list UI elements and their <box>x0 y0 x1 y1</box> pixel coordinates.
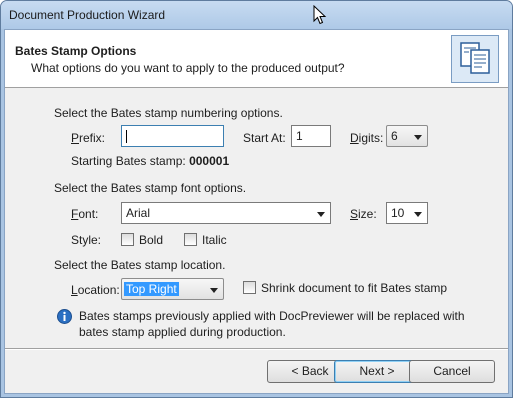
next-button[interactable]: Next > <box>334 360 420 383</box>
digits-label: Digits: <box>350 131 384 145</box>
info-icon <box>57 309 72 324</box>
location-label: Location: <box>71 283 120 297</box>
chevron-down-icon <box>210 288 218 293</box>
start-at-input[interactable]: 1 <box>291 125 331 147</box>
starting-stamp-label: Starting Bates stamp: 000001 <box>71 154 230 168</box>
text-caret <box>126 130 127 143</box>
chevron-down-icon <box>414 135 422 140</box>
italic-checkbox-box[interactable] <box>184 233 197 246</box>
chevron-down-icon <box>317 212 325 217</box>
size-label: Size: <box>350 207 377 221</box>
italic-checkbox[interactable]: Italic <box>184 233 244 249</box>
prefix-input[interactable] <box>121 125 224 147</box>
bold-checkbox-box[interactable] <box>121 233 134 246</box>
style-label: Style: <box>71 233 102 247</box>
wizard-header: Bates Stamp Options What options do you … <box>5 30 508 88</box>
wizard-window: Document Production Wizard Bates Stamp O… <box>0 0 513 398</box>
title-bar[interactable]: Document Production Wizard <box>1 1 512 29</box>
prefix-label: Prefix: <box>71 131 106 145</box>
chevron-down-icon <box>414 212 422 217</box>
footer-divider <box>5 348 508 350</box>
font-select[interactable]: Arial <box>121 202 331 224</box>
cancel-button[interactable]: Cancel <box>409 360 495 383</box>
bold-checkbox-label: Bold <box>139 233 164 247</box>
font-label: Font: <box>71 207 99 221</box>
page-title: Bates Stamp Options <box>15 44 137 58</box>
size-select[interactable]: 10 <box>386 202 428 224</box>
wizard-client-area: Bates Stamp Options What options do you … <box>4 29 509 394</box>
start-at-label: Start At: <box>243 131 286 145</box>
shrink-checkbox[interactable]: Shrink document to fit Bates stamp <box>243 281 463 297</box>
numbering-section-label: Select the Bates stamp numbering options… <box>54 106 283 120</box>
info-message: Bates stamps previously applied with Doc… <box>79 309 465 339</box>
font-section-label: Select the Bates stamp font options. <box>54 181 247 195</box>
starting-stamp-value: 000001 <box>189 154 230 168</box>
window-title: Document Production Wizard <box>9 8 166 22</box>
bold-checkbox[interactable]: Bold <box>121 233 181 249</box>
documents-icon <box>451 35 499 83</box>
shrink-checkbox-label: Shrink document to fit Bates stamp <box>261 281 448 295</box>
mouse-cursor-icon <box>313 5 327 25</box>
shrink-checkbox-box[interactable] <box>243 281 256 294</box>
italic-checkbox-label: Italic <box>202 233 227 247</box>
page-subtitle: What options do you want to apply to the… <box>31 61 345 75</box>
location-section-label: Select the Bates stamp location. <box>54 258 226 272</box>
location-select[interactable]: Top Right <box>121 278 224 300</box>
digits-select[interactable]: 6 <box>386 125 428 147</box>
